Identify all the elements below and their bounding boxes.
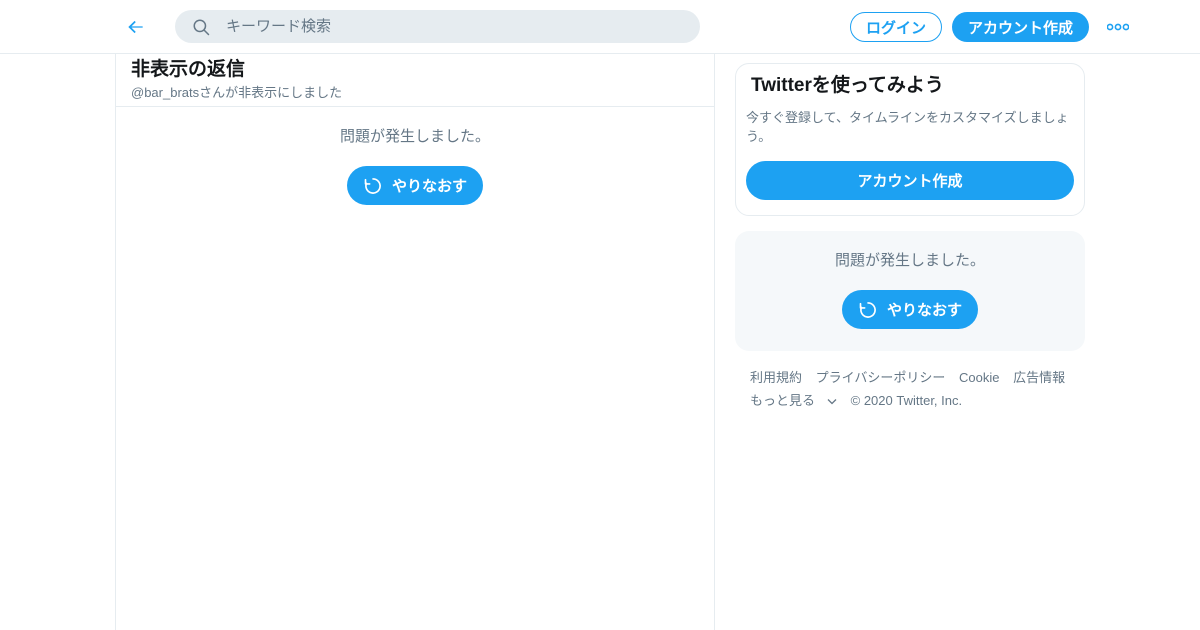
signup-card-button[interactable]: アカウント作成 bbox=[746, 161, 1074, 200]
main-error-block: 問題が発生しました。 やりなおす bbox=[116, 107, 714, 205]
footer-more-label: もっと見る bbox=[750, 393, 816, 408]
retry-label: やりなおす bbox=[391, 178, 467, 195]
sidebar-footer: 利用規約 プライバシーポリシー Cookie 広告情報 もっと見る © 2020… bbox=[750, 366, 1080, 412]
login-button[interactable]: ログイン bbox=[850, 12, 942, 42]
footer-copyright: © 2020 Twitter, Inc. bbox=[850, 393, 963, 408]
footer-link-terms[interactable]: 利用規約 bbox=[750, 370, 802, 385]
sidebar-error-message: 問題が発生しました。 bbox=[834, 252, 985, 269]
arrow-left-icon bbox=[128, 20, 143, 34]
more-menu-button[interactable] bbox=[1102, 12, 1134, 42]
main-header: 非表示の返信 @bar_bratsさんが非表示にしました bbox=[116, 54, 714, 107]
footer-link-privacy[interactable]: プライバシーポリシー bbox=[816, 370, 946, 385]
sidebar-retry-label: やりなおす bbox=[886, 302, 962, 319]
retry-button[interactable]: やりなおす bbox=[346, 166, 483, 205]
error-message: 問題が発生しました。 bbox=[339, 128, 490, 145]
footer-more-link[interactable]: もっと見る bbox=[750, 393, 837, 408]
more-horizontal-icon bbox=[1107, 23, 1129, 31]
signup-card: Twitterを使ってみよう 今すぐ登録して、タイムラインをカスタマイズしましょ… bbox=[735, 63, 1085, 216]
search-icon bbox=[192, 18, 210, 36]
footer-link-ads[interactable]: 広告情報 bbox=[1013, 370, 1065, 385]
main-column: 非表示の返信 @bar_bratsさんが非表示にしました 問題が発生しました。 … bbox=[115, 54, 715, 630]
sidebar-retry-button[interactable]: やりなおす bbox=[841, 290, 978, 329]
page-title: 非表示の返信 bbox=[131, 59, 246, 80]
page-subtitle: @bar_bratsさんが非表示にしました bbox=[131, 85, 343, 100]
footer-second-row: もっと見る © 2020 Twitter, Inc. bbox=[750, 389, 1080, 412]
refresh-icon bbox=[858, 300, 878, 320]
footer-links-row: 利用規約 プライバシーポリシー Cookie 広告情報 bbox=[750, 366, 1080, 389]
refresh-icon bbox=[363, 176, 383, 196]
footer-link-cookie[interactable]: Cookie bbox=[959, 370, 999, 385]
top-bar: ログイン アカウント作成 bbox=[0, 0, 1200, 54]
search-box[interactable] bbox=[175, 10, 700, 43]
signup-card-title: Twitterを使ってみよう bbox=[751, 75, 944, 96]
chevron-down-icon bbox=[827, 399, 837, 405]
signup-card-description: 今すぐ登録して、タイムラインをカスタマイズしましょう。 bbox=[746, 110, 1069, 144]
back-button[interactable] bbox=[118, 9, 154, 45]
search-input[interactable] bbox=[226, 18, 666, 35]
signup-button[interactable]: アカウント作成 bbox=[952, 12, 1089, 42]
sidebar-error-panel: 問題が発生しました。 やりなおす bbox=[735, 231, 1085, 351]
